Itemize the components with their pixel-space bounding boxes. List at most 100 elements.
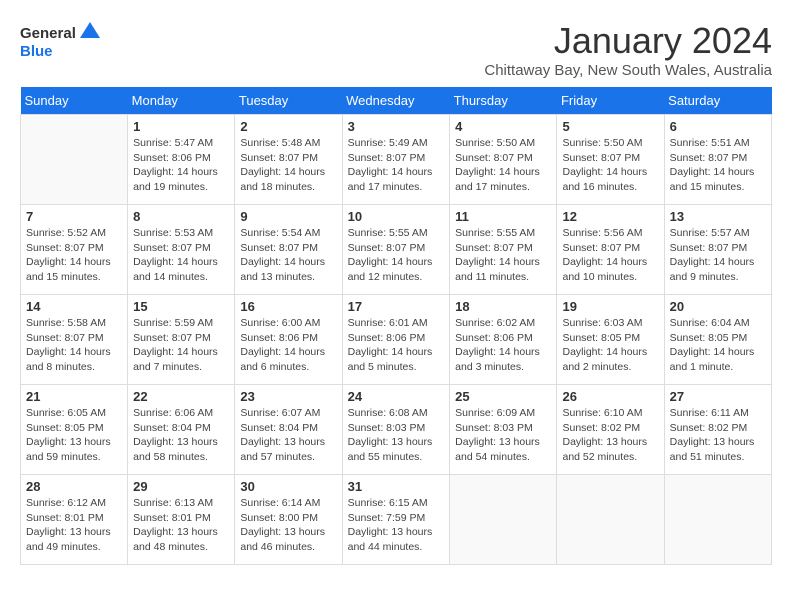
day-number: 28 [26,479,122,494]
day-info: Sunrise: 5:47 AMSunset: 8:06 PMDaylight:… [133,136,229,195]
day-info: Sunrise: 6:07 AMSunset: 8:04 PMDaylight:… [240,406,336,465]
day-number: 31 [348,479,445,494]
calendar-table: SundayMondayTuesdayWednesdayThursdayFrid… [20,87,772,565]
calendar-cell: 14 Sunrise: 5:58 AMSunset: 8:07 PMDayligh… [21,295,128,385]
day-info: Sunrise: 6:03 AMSunset: 8:05 PMDaylight:… [562,316,658,375]
location-subtitle: Chittaway Bay, New South Wales, Australi… [484,62,772,79]
calendar-cell: 11 Sunrise: 5:55 AMSunset: 8:07 PMDayligh… [450,205,557,295]
day-info: Sunrise: 6:01 AMSunset: 8:06 PMDaylight:… [348,316,445,375]
day-info: Sunrise: 5:58 AMSunset: 8:07 PMDaylight:… [26,316,122,375]
calendar-cell [664,475,771,565]
calendar-cell: 30 Sunrise: 6:14 AMSunset: 8:00 PMDayligh… [235,475,342,565]
day-info: Sunrise: 5:49 AMSunset: 8:07 PMDaylight:… [348,136,445,195]
calendar-cell: 24 Sunrise: 6:08 AMSunset: 8:03 PMDayligh… [342,385,450,475]
calendar-cell: 3 Sunrise: 5:49 AMSunset: 8:07 PMDaylight… [342,115,450,205]
calendar-cell [21,115,128,205]
day-number: 5 [562,119,658,134]
calendar-cell: 28 Sunrise: 6:12 AMSunset: 8:01 PMDayligh… [21,475,128,565]
day-info: Sunrise: 6:00 AMSunset: 8:06 PMDaylight:… [240,316,336,375]
week-row-5: 28 Sunrise: 6:12 AMSunset: 8:01 PMDayligh… [21,475,772,565]
day-info: Sunrise: 5:53 AMSunset: 8:07 PMDaylight:… [133,226,229,285]
calendar-cell [450,475,557,565]
day-header-friday: Friday [557,87,664,115]
day-number: 14 [26,299,122,314]
week-row-2: 7 Sunrise: 5:52 AMSunset: 8:07 PMDaylight… [21,205,772,295]
day-info: Sunrise: 6:14 AMSunset: 8:00 PMDaylight:… [240,496,336,555]
day-number: 11 [455,209,551,224]
day-number: 26 [562,389,658,404]
day-number: 21 [26,389,122,404]
day-number: 1 [133,119,229,134]
day-info: Sunrise: 5:56 AMSunset: 8:07 PMDaylight:… [562,226,658,285]
calendar-cell: 26 Sunrise: 6:10 AMSunset: 8:02 PMDayligh… [557,385,664,475]
calendar-cell: 29 Sunrise: 6:13 AMSunset: 8:01 PMDayligh… [128,475,235,565]
day-number: 7 [26,209,122,224]
week-row-3: 14 Sunrise: 5:58 AMSunset: 8:07 PMDayligh… [21,295,772,385]
day-info: Sunrise: 5:55 AMSunset: 8:07 PMDaylight:… [455,226,551,285]
logo: General Blue [20,20,100,60]
calendar-cell: 27Sunrise: 6:11 AMSunset: 8:02 PMDayligh… [664,385,771,475]
calendar-cell: 18 Sunrise: 6:02 AMSunset: 8:06 PMDayligh… [450,295,557,385]
calendar-cell: 20Sunrise: 6:04 AMSunset: 8:05 PMDayligh… [664,295,771,385]
day-info: Sunrise: 6:06 AMSunset: 8:04 PMDaylight:… [133,406,229,465]
calendar-cell: 9Sunrise: 5:54 AMSunset: 8:07 PMDaylight… [235,205,342,295]
day-info: Sunrise: 5:48 AMSunset: 8:07 PMDaylight:… [240,136,336,195]
calendar-cell: 5 Sunrise: 5:50 AMSunset: 8:07 PMDaylight… [557,115,664,205]
calendar-cell: 31 Sunrise: 6:15 AMSunset: 7:59 PMDayligh… [342,475,450,565]
day-number: 12 [562,209,658,224]
calendar-cell: 17Sunrise: 6:01 AMSunset: 8:06 PMDayligh… [342,295,450,385]
day-number: 15 [133,299,229,314]
day-info: Sunrise: 6:08 AMSunset: 8:03 PMDaylight:… [348,406,445,465]
day-number: 30 [240,479,336,494]
day-number: 23 [240,389,336,404]
calendar-cell: 8 Sunrise: 5:53 AMSunset: 8:07 PMDaylight… [128,205,235,295]
day-info: Sunrise: 5:55 AMSunset: 8:07 PMDaylight:… [348,226,445,285]
day-number: 16 [240,299,336,314]
day-info: Sunrise: 5:50 AMSunset: 8:07 PMDaylight:… [562,136,658,195]
day-header-tuesday: Tuesday [235,87,342,115]
day-info: Sunrise: 5:57 AMSunset: 8:07 PMDaylight:… [670,226,766,285]
day-header-saturday: Saturday [664,87,771,115]
day-number: 3 [348,119,445,134]
day-info: Sunrise: 5:51 AMSunset: 8:07 PMDaylight:… [670,136,766,195]
day-number: 29 [133,479,229,494]
day-number: 18 [455,299,551,314]
day-number: 19 [562,299,658,314]
day-info: Sunrise: 6:09 AMSunset: 8:03 PMDaylight:… [455,406,551,465]
day-info: Sunrise: 5:50 AMSunset: 8:07 PMDaylight:… [455,136,551,195]
calendar-cell: 16 Sunrise: 6:00 AMSunset: 8:06 PMDayligh… [235,295,342,385]
calendar-cell: 13Sunrise: 5:57 AMSunset: 8:07 PMDayligh… [664,205,771,295]
title-block: January 2024 Chittaway Bay, New South Wa… [484,20,772,79]
calendar-cell: 2Sunrise: 5:48 AMSunset: 8:07 PMDaylight… [235,115,342,205]
page-header: General Blue January 2024 Chittaway Bay,… [20,20,772,79]
day-header-wednesday: Wednesday [342,87,450,115]
day-info: Sunrise: 5:59 AMSunset: 8:07 PMDaylight:… [133,316,229,375]
week-row-1: 1 Sunrise: 5:47 AMSunset: 8:06 PMDaylight… [21,115,772,205]
day-info: Sunrise: 6:12 AMSunset: 8:01 PMDaylight:… [26,496,122,555]
calendar-cell [557,475,664,565]
day-info: Sunrise: 6:11 AMSunset: 8:02 PMDaylight:… [670,406,766,465]
day-number: 4 [455,119,551,134]
day-number: 25 [455,389,551,404]
logo-svg: General Blue [20,20,100,60]
day-info: Sunrise: 6:05 AMSunset: 8:05 PMDaylight:… [26,406,122,465]
day-info: Sunrise: 6:13 AMSunset: 8:01 PMDaylight:… [133,496,229,555]
day-header-monday: Monday [128,87,235,115]
calendar-cell: 22Sunrise: 6:06 AMSunset: 8:04 PMDayligh… [128,385,235,475]
day-number: 20 [670,299,766,314]
day-info: Sunrise: 5:54 AMSunset: 8:07 PMDaylight:… [240,226,336,285]
day-info: Sunrise: 6:02 AMSunset: 8:06 PMDaylight:… [455,316,551,375]
calendar-cell: 6Sunrise: 5:51 AMSunset: 8:07 PMDaylight… [664,115,771,205]
calendar-cell: 12 Sunrise: 5:56 AMSunset: 8:07 PMDayligh… [557,205,664,295]
day-number: 8 [133,209,229,224]
day-info: Sunrise: 5:52 AMSunset: 8:07 PMDaylight:… [26,226,122,285]
day-info: Sunrise: 6:10 AMSunset: 8:02 PMDaylight:… [562,406,658,465]
day-info: Sunrise: 6:15 AMSunset: 7:59 PMDaylight:… [348,496,445,555]
calendar-cell: 25 Sunrise: 6:09 AMSunset: 8:03 PMDayligh… [450,385,557,475]
svg-text:General: General [20,25,76,42]
day-number: 24 [348,389,445,404]
week-row-4: 21 Sunrise: 6:05 AMSunset: 8:05 PMDayligh… [21,385,772,475]
calendar-cell: 7 Sunrise: 5:52 AMSunset: 8:07 PMDaylight… [21,205,128,295]
day-header-thursday: Thursday [450,87,557,115]
calendar-cell: 4 Sunrise: 5:50 AMSunset: 8:07 PMDaylight… [450,115,557,205]
